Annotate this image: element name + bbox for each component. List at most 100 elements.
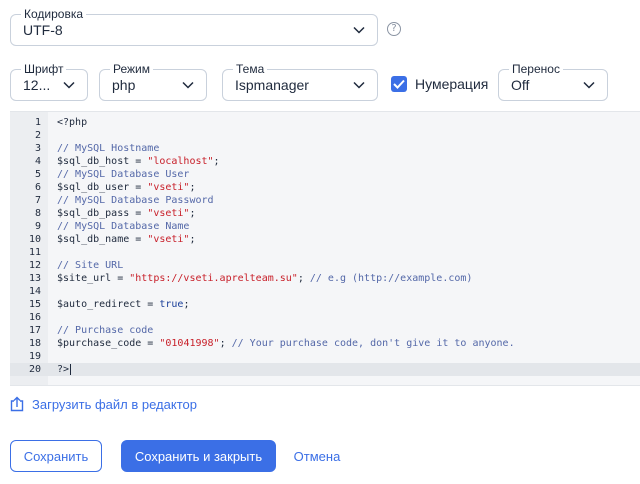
code-token: $auto_redirect = <box>57 299 160 310</box>
line-number: 14 <box>28 286 41 297</box>
mode-label: Режим <box>110 62 153 76</box>
numbering-checkbox[interactable] <box>391 76 407 92</box>
save-button[interactable]: Сохранить <box>10 440 102 472</box>
code-line[interactable]: 2 <box>10 129 640 142</box>
font-label: Шрифт <box>21 62 67 76</box>
line-number: 9 <box>34 221 41 232</box>
encoding-select[interactable]: Кодировка UTF-8 <box>10 7 378 46</box>
line-number: 16 <box>28 312 41 323</box>
code-line[interactable]: 9 // MySQL Database Name <box>10 220 640 233</box>
font-value: 12... <box>23 77 51 93</box>
chevron-down-icon <box>353 26 365 34</box>
line-number: 6 <box>34 182 41 193</box>
code-line[interactable]: 13 $site_url = "https://vseti.aprelteam.s… <box>10 272 640 285</box>
code-token: "01041998" <box>159 338 220 349</box>
line-code: $auto_redirect = true; <box>57 298 189 311</box>
code-token: $purchase_code = <box>57 338 160 349</box>
code-line[interactable]: 14 <box>10 285 640 298</box>
line-code: // Purchase code <box>57 324 153 337</box>
line-code: // Site URL <box>57 259 123 272</box>
theme-label: Тема <box>233 62 268 76</box>
code-line[interactable]: 18 $purchase_code = "01041998"; // Your p… <box>10 337 640 350</box>
code-token: $sql_db_name = <box>57 234 148 245</box>
upload-file-link[interactable]: Загрузить файл в редактор <box>10 396 197 412</box>
line-code: $sql_db_pass = "vseti"; <box>57 207 196 220</box>
code-token: ; <box>219 338 232 349</box>
mode-select[interactable]: Режим php <box>99 62 207 101</box>
line-number: 7 <box>34 195 41 206</box>
line-code: $purchase_code = "01041998"; // Your pur… <box>57 337 515 350</box>
theme-value: Ispmanager <box>235 77 309 93</box>
wrap-select[interactable]: Перенос Off <box>498 62 608 101</box>
code-line[interactable]: 19 <box>10 350 640 363</box>
line-number: 12 <box>28 260 41 271</box>
code-editor[interactable]: 1 <?php 2 3 // MySQL Hostname 4 $sql_db_host =… <box>10 111 640 386</box>
code-token: "localhost" <box>147 156 214 167</box>
font-select[interactable]: Шрифт 12... <box>10 62 88 101</box>
encoding-label: Кодировка <box>21 7 87 21</box>
cancel-button[interactable]: Отмена <box>286 440 348 472</box>
save-and-close-button[interactable]: Сохранить и закрыть <box>121 440 276 472</box>
code-line[interactable]: 7 // MySQL Database Password <box>10 194 640 207</box>
line-number: 1 <box>34 117 41 128</box>
code-line[interactable]: 16 <box>10 311 640 324</box>
line-number: 5 <box>34 169 41 180</box>
help-icon[interactable]: ? <box>387 22 401 36</box>
code-line[interactable]: 4 $sql_db_host = "localhost"; <box>10 155 640 168</box>
line-number: 18 <box>28 338 41 349</box>
line-number: 17 <box>28 325 41 336</box>
code-token: ; <box>213 156 220 167</box>
code-token: // MySQL Database Name <box>57 221 190 232</box>
code-token: ; <box>183 299 190 310</box>
numbering-label[interactable]: Нумерация <box>415 76 488 92</box>
check-icon <box>393 79 405 89</box>
code-token: $sql_db_host = <box>57 156 148 167</box>
mode-value: php <box>112 77 136 93</box>
code-token: // Site URL <box>57 260 124 271</box>
line-code: $sql_db_user = "vseti"; <box>57 181 196 194</box>
code-token: true <box>159 299 184 310</box>
line-number: 4 <box>34 156 41 167</box>
code-line[interactable]: 11 <box>10 246 640 259</box>
code-line[interactable]: 17 // Purchase code <box>10 324 640 337</box>
code-token: $sql_db_pass = <box>57 208 148 219</box>
line-code: // MySQL Database Password <box>57 194 214 207</box>
line-number: 15 <box>28 299 41 310</box>
wrap-value: Off <box>511 77 530 93</box>
line-number: 20 <box>28 364 41 375</box>
line-code: // MySQL Database Name <box>57 220 189 233</box>
code-line[interactable]: 6 $sql_db_user = "vseti"; <box>10 181 640 194</box>
chevron-down-icon <box>583 81 595 89</box>
line-number: 19 <box>28 351 41 362</box>
chevron-down-icon <box>182 81 194 89</box>
encoding-value: UTF-8 <box>23 22 63 38</box>
code-token: $sql_db_user = <box>57 182 148 193</box>
code-line[interactable]: 15 $auto_redirect = true; <box>10 298 640 311</box>
code-line[interactable]: 8 $sql_db_pass = "vseti"; <box>10 207 640 220</box>
code-line[interactable]: 3 // MySQL Hostname <box>10 142 640 155</box>
code-token: $site_url = <box>57 273 130 284</box>
code-line[interactable]: 5 // MySQL Database User <box>10 168 640 181</box>
code-line[interactable]: 1 <?php <box>10 116 640 129</box>
code-token: ; <box>189 182 196 193</box>
line-code: ?> <box>57 363 72 376</box>
code-line[interactable]: 10 $sql_db_name = "vseti"; <box>10 233 640 246</box>
chevron-down-icon <box>63 81 75 89</box>
upload-icon <box>10 396 24 412</box>
wrap-label: Перенос <box>509 62 563 76</box>
code-token: <?php <box>57 117 88 128</box>
chevron-down-icon <box>353 81 365 89</box>
code-line[interactable]: 12 // Site URL <box>10 259 640 272</box>
code-token: // Your purchase code, don't give it to … <box>231 338 515 349</box>
line-code: $sql_db_name = "vseti"; <box>57 233 196 246</box>
code-token: "vseti" <box>147 234 190 245</box>
theme-select[interactable]: Тема Ispmanager <box>222 62 378 101</box>
line-number: 2 <box>34 130 41 141</box>
code-token: // MySQL Database User <box>57 169 190 180</box>
text-cursor <box>70 363 72 375</box>
line-number: 10 <box>28 234 41 245</box>
upload-file-label: Загрузить файл в редактор <box>32 396 197 412</box>
line-code: <?php <box>57 116 87 129</box>
code-line[interactable]: 20 ?> <box>10 363 640 376</box>
code-token: // MySQL Hostname <box>57 143 160 154</box>
